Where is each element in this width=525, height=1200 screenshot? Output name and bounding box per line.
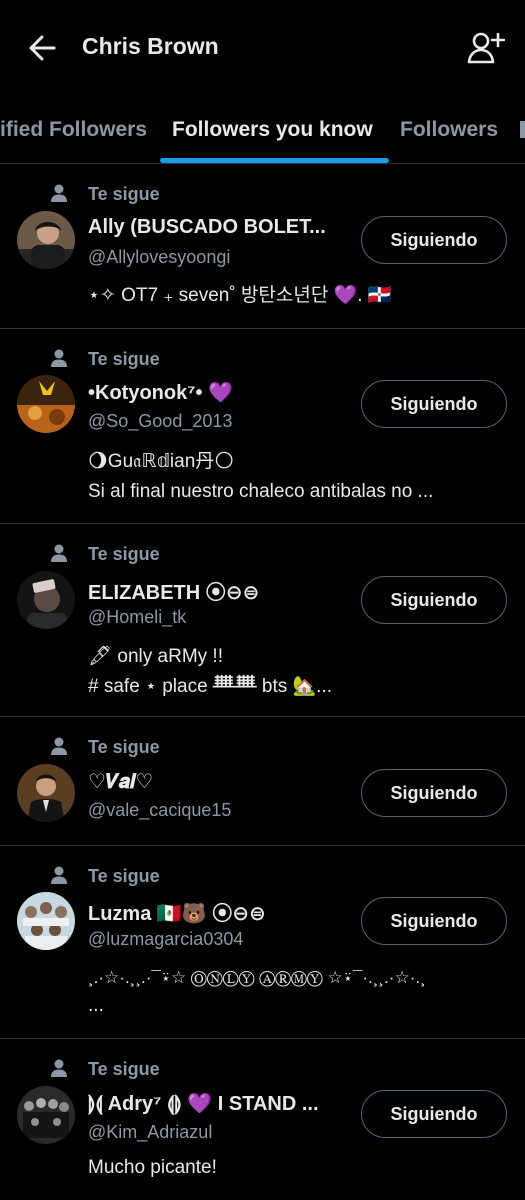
following-button[interactable]: Siguiendo bbox=[361, 216, 507, 264]
person-icon bbox=[51, 349, 67, 367]
user-handle[interactable]: @Allylovesyoongi bbox=[88, 247, 230, 268]
following-button[interactable]: Siguiendo bbox=[361, 380, 507, 428]
add-user-icon[interactable] bbox=[465, 28, 505, 68]
avatar[interactable] bbox=[17, 375, 75, 433]
following-button[interactable]: Siguiendo bbox=[361, 897, 507, 945]
display-name[interactable]: •Kotyonok⁷• 💜 bbox=[88, 380, 233, 405]
follower-row[interactable]: Te sigue ELIZABETH ⦿⊖⊜ @Homeli_tk 🖋 only… bbox=[0, 524, 525, 717]
following-button[interactable]: Siguiendo bbox=[361, 1090, 507, 1138]
avatar[interactable] bbox=[17, 892, 75, 950]
following-button[interactable]: Siguiendo bbox=[361, 769, 507, 817]
user-handle[interactable]: @Kim_Adriazul bbox=[88, 1122, 212, 1143]
follows-you-label: Te sigue bbox=[88, 866, 160, 886]
follows-you-label: Te sigue bbox=[88, 184, 160, 204]
person-icon bbox=[51, 184, 67, 202]
tab-followers[interactable]: Followers bbox=[400, 118, 498, 142]
display-name[interactable]: Luzma 🇲🇽🐻 ⦿⊖⊜ bbox=[88, 897, 266, 926]
follows-you-label: Te sigue bbox=[88, 1059, 160, 1079]
top-bar: Chris Brown bbox=[0, 0, 525, 96]
person-icon bbox=[51, 866, 67, 884]
display-name[interactable]: ♡𝑽𝒂𝒍♡ bbox=[88, 769, 153, 794]
follower-row[interactable]: Te sigue ♡𝑽𝒂𝒍♡ @vale_cacique15 Siguiendo bbox=[0, 717, 525, 846]
bio-line: 🌖Gu𝔞ℝ𝕕ian丹🌕 bbox=[88, 451, 235, 472]
avatar[interactable] bbox=[17, 1086, 75, 1144]
follows-you-label: Te sigue bbox=[88, 349, 160, 369]
bio-line: Mucho picante! bbox=[88, 1157, 217, 1178]
person-icon bbox=[51, 544, 67, 562]
display-name[interactable]: Ally (BUSCADO BOLET... bbox=[88, 216, 326, 239]
tab-overflow-indicator bbox=[520, 121, 525, 138]
person-icon bbox=[51, 737, 67, 755]
follower-row[interactable]: Te sigue Ally (BUSCADO BOLET... @Allylov… bbox=[0, 164, 525, 329]
follower-row[interactable]: Te sigue ⟭⟬ Adry⁷ ⟬⟭ 💜 I STAND ... @Kim_… bbox=[0, 1039, 525, 1200]
display-name[interactable]: ⟭⟬ Adry⁷ ⟬⟭ 💜 I STAND ... bbox=[88, 1091, 319, 1116]
following-button[interactable]: Siguiendo bbox=[361, 576, 507, 624]
page-title: Chris Brown bbox=[82, 33, 219, 59]
active-tab-indicator bbox=[160, 158, 389, 163]
follows-you-label: Te sigue bbox=[88, 737, 160, 757]
bio-line: 🖋 only aRMy !! bbox=[88, 646, 223, 667]
bio-line: ... bbox=[88, 995, 104, 1016]
bio-line: # safe ⋆ place ᚙᚙ bts 🏡... bbox=[88, 676, 333, 697]
avatar[interactable] bbox=[17, 764, 75, 822]
follows-you-label: Te sigue bbox=[88, 544, 160, 564]
follower-row[interactable]: Te sigue •Kotyonok⁷• 💜 @So_Good_2013 🌖Gu… bbox=[0, 329, 525, 524]
user-handle[interactable]: @luzmagarcia0304 bbox=[88, 929, 243, 950]
tab-bar: ified Followers Followers you know Follo… bbox=[0, 96, 525, 164]
avatar[interactable] bbox=[17, 211, 75, 269]
user-handle[interactable]: @So_Good_2013 bbox=[88, 411, 232, 432]
tab-followers-you-know[interactable]: Followers you know bbox=[172, 118, 373, 142]
bio-line: ⋆✧ OT7 ₊ seven˚ 방탄소년단 💜. 🇩🇴 bbox=[88, 285, 392, 306]
display-name[interactable]: ELIZABETH ⦿⊖⊜ bbox=[88, 576, 259, 605]
bio-line: ¸.·☆·.¸¸.·¯⍣☆ ⓄⓃⓁⓎ ⒶⓇⓂⓎ ☆⍣¯·.¸¸.·☆·.¸ bbox=[88, 968, 426, 987]
bio-line: Si al final nuestro chaleco antibalas no… bbox=[88, 481, 434, 502]
follower-row[interactable]: Te sigue Luzma 🇲🇽🐻 ⦿⊖⊜ @luzmagarcia0304 … bbox=[0, 846, 525, 1039]
user-handle[interactable]: @Homeli_tk bbox=[88, 607, 186, 628]
back-arrow-icon[interactable] bbox=[24, 30, 60, 66]
user-handle[interactable]: @vale_cacique15 bbox=[88, 800, 231, 821]
person-icon bbox=[51, 1059, 67, 1077]
avatar[interactable] bbox=[17, 571, 75, 629]
tab-verified-followers[interactable]: ified Followers bbox=[0, 118, 147, 142]
